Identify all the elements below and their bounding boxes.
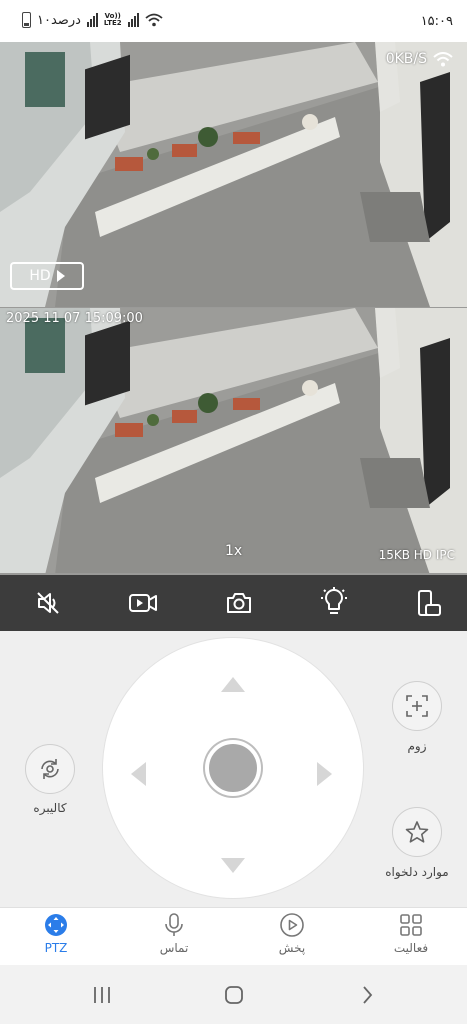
camera-icon	[226, 593, 251, 613]
status-time: ۱۵:۰۹	[420, 14, 453, 29]
pan-right-arrow[interactable]	[317, 762, 332, 786]
battery-percentage: ۱۰درصد	[37, 12, 81, 28]
ptz-control-panel: کالیبره زوم موارد دلخواه	[0, 631, 467, 907]
pan-down-arrow[interactable]	[221, 858, 245, 873]
pan-left-arrow[interactable]	[131, 762, 146, 786]
ptz-icon	[45, 914, 67, 936]
play-circle-icon	[280, 913, 304, 937]
zoom-icon	[406, 695, 428, 717]
status-indicators: ۱۰درصد Vo)) LTE2	[22, 12, 163, 28]
zoom-level: 1x	[225, 543, 243, 559]
battery-icon	[22, 12, 31, 28]
volte-indicator: Vo)) LTE2	[103, 12, 122, 27]
play-triangle-icon	[56, 270, 65, 282]
rotate-screen-icon	[418, 590, 441, 616]
hd-quality-button[interactable]: HD	[10, 262, 84, 290]
ptz-joystick[interactable]	[103, 638, 363, 898]
light-button[interactable]	[314, 583, 354, 623]
star-icon	[405, 821, 429, 843]
video-timestamp: 2025 11 07 15:09:00	[6, 311, 143, 326]
tab-playback[interactable]: پخش	[252, 912, 332, 955]
back-chevron-icon	[363, 986, 373, 1004]
hd-label: HD	[29, 268, 51, 284]
home-button[interactable]	[219, 983, 249, 1007]
pan-up-arrow[interactable]	[221, 677, 245, 692]
mute-icon	[37, 592, 59, 614]
recents-icon	[94, 987, 110, 1003]
microphone-icon	[165, 913, 183, 936]
signal-2-icon	[127, 13, 139, 27]
system-navigation-bar	[0, 965, 467, 1024]
camera-video-feed[interactable]: 0KB/S HD 2025 11 07 15:09:00 1x 15KB HD …	[0, 42, 467, 575]
home-icon	[225, 986, 243, 1004]
record-icon	[129, 594, 158, 612]
rotate-screen-button[interactable]	[409, 583, 449, 623]
network-speed: 0KB/S	[386, 51, 453, 67]
favorites-button[interactable]	[392, 807, 442, 857]
tab-activity[interactable]: فعالیت	[371, 912, 451, 955]
zoom-button[interactable]	[392, 681, 442, 731]
tab-call-label: تماس	[159, 941, 189, 955]
tab-playback-label: پخش	[278, 941, 306, 955]
zoom-label: زوم	[407, 739, 427, 753]
recents-button[interactable]	[87, 983, 117, 1007]
joystick-knob[interactable]	[205, 740, 261, 796]
status-bar: ۱۰درصد Vo)) LTE2 ۱۵:۰۹	[0, 0, 467, 42]
lightbulb-icon	[320, 587, 347, 614]
bitrate-info: 15KB HD IPC	[378, 548, 455, 562]
back-button[interactable]	[352, 983, 382, 1007]
tab-ptz[interactable]: PTZ	[16, 912, 96, 955]
wifi-icon	[433, 51, 453, 66]
tab-call[interactable]: تماس	[134, 912, 214, 955]
mute-button[interactable]	[28, 583, 68, 623]
tab-activity-label: فعالیت	[393, 941, 429, 955]
bottom-navigation: PTZ تماس پخش فعالیت	[0, 907, 467, 965]
camera-toolbar	[0, 575, 467, 631]
favorites-label: موارد دلخواه	[385, 865, 449, 879]
snapshot-button[interactable]	[219, 583, 259, 623]
record-button[interactable]	[123, 583, 163, 623]
signal-1-icon	[86, 13, 98, 27]
video-frame-bottom	[0, 308, 467, 573]
grid-icon	[400, 914, 422, 936]
calibrate-icon	[41, 759, 59, 779]
tab-ptz-label: PTZ	[44, 941, 68, 955]
calibrate-label: کالیبره	[33, 801, 67, 815]
speed-text: 0KB/S	[385, 51, 427, 67]
wifi-icon	[145, 13, 163, 27]
calibrate-button[interactable]	[25, 744, 75, 794]
